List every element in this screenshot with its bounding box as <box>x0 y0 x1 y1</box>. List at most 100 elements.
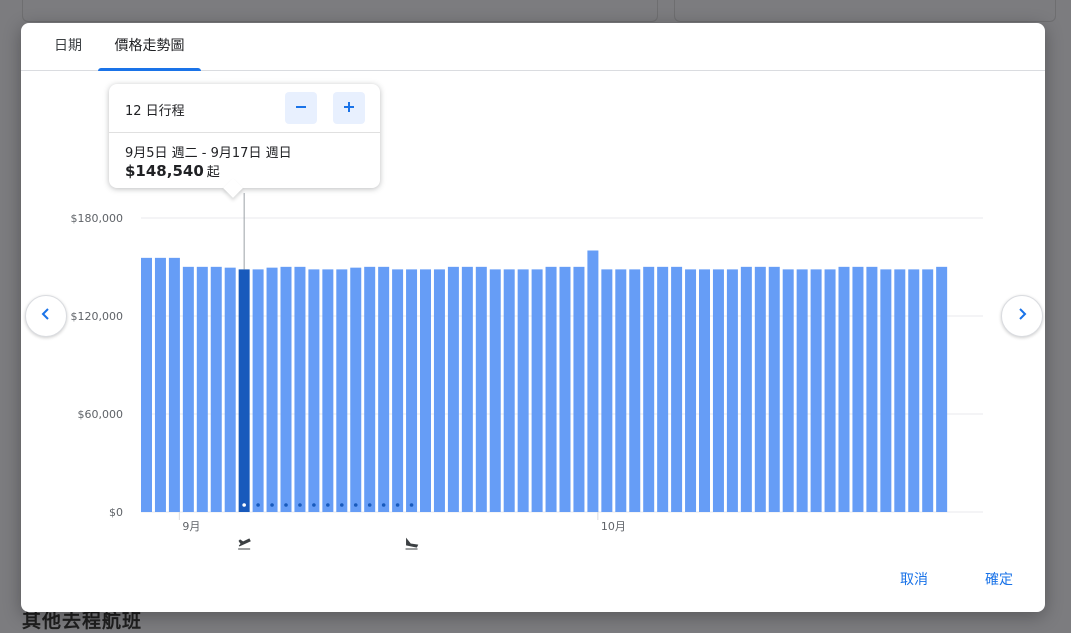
trip-day-dot <box>242 503 246 507</box>
trip-tooltip: 12 日行程 9月5日 週二 - 9月17日 週日 $148,540 起 <box>109 84 380 198</box>
price-bar[interactable] <box>308 269 320 512</box>
price-bar[interactable] <box>196 266 208 512</box>
trip-day-dot <box>312 503 316 507</box>
price-bar[interactable] <box>294 266 306 512</box>
price-value: $148,540 <box>125 162 204 180</box>
x-axis-label: 9月 <box>182 520 200 533</box>
trip-day-dot <box>284 503 288 507</box>
price-bar[interactable] <box>141 257 152 512</box>
price-bar[interactable] <box>280 266 292 512</box>
price-bar[interactable] <box>182 266 194 512</box>
price-bar[interactable] <box>922 269 934 512</box>
trip-day-dot <box>326 503 330 507</box>
plus-icon <box>342 99 356 118</box>
price-bar[interactable] <box>810 269 822 512</box>
price-bar[interactable] <box>726 269 738 512</box>
price-bar[interactable] <box>364 266 376 512</box>
price-bar[interactable] <box>754 266 766 512</box>
confirm-button[interactable]: 確定 <box>985 569 1013 589</box>
background-field <box>22 0 658 22</box>
trip-length-control: 12 日行程 <box>109 84 380 133</box>
chevron-left-icon <box>38 306 54 326</box>
cancel-button[interactable]: 取消 <box>900 569 928 589</box>
price-bar[interactable] <box>503 269 515 512</box>
price-bar[interactable] <box>908 269 920 512</box>
price-bar[interactable] <box>433 269 445 512</box>
trip-day-dot <box>381 503 386 507</box>
price-bar[interactable] <box>475 266 487 512</box>
decrease-trip-length-button[interactable] <box>285 92 317 124</box>
price-bar[interactable] <box>838 266 850 512</box>
price-bar[interactable] <box>601 269 613 512</box>
trip-day-dot <box>409 503 414 507</box>
price-bar[interactable] <box>392 269 404 512</box>
price-bar[interactable] <box>154 257 166 512</box>
price-bar[interactable] <box>252 269 264 512</box>
y-tick-label: $0 <box>109 506 123 519</box>
price-bar[interactable] <box>615 269 627 512</box>
price-bar[interactable] <box>489 269 501 512</box>
trip-day-dot <box>367 503 372 507</box>
price-bar[interactable] <box>559 266 571 512</box>
price-bar[interactable] <box>336 269 348 512</box>
trip-day-dot <box>270 503 274 507</box>
trip-dates: 9月5日 週二 - 9月17日 週日 <box>125 146 292 161</box>
next-dates-button[interactable] <box>1001 295 1043 337</box>
price-bar[interactable] <box>420 269 431 512</box>
trip-day-dot <box>395 503 400 507</box>
flight-takeoff-icon <box>238 538 251 550</box>
price-bar[interactable] <box>322 269 334 512</box>
flight-takeoff-icon-glyph <box>238 538 251 550</box>
price-bar[interactable] <box>629 269 641 512</box>
price-bar[interactable] <box>796 269 808 512</box>
price-bar[interactable] <box>461 266 473 512</box>
price-suffix: 起 <box>206 165 220 180</box>
trip-day-dot <box>256 503 260 507</box>
price-bar[interactable] <box>406 269 418 512</box>
chevron-right-icon <box>1014 306 1030 326</box>
price-bar[interactable] <box>210 266 222 512</box>
price-bar[interactable] <box>768 266 780 512</box>
price-bar[interactable] <box>643 266 655 512</box>
trip-length-label: 12 日行程 <box>125 104 185 119</box>
price-bar[interactable] <box>657 266 669 512</box>
price-bar[interactable] <box>824 269 836 512</box>
price-bar[interactable] <box>224 267 236 512</box>
price-bar[interactable] <box>685 269 697 512</box>
increase-trip-length-button[interactable] <box>333 92 365 124</box>
price-bar[interactable] <box>573 266 585 512</box>
price-bar[interactable] <box>936 266 948 512</box>
trip-day-dot <box>353 503 358 507</box>
flight-land-icon <box>405 537 419 550</box>
price-bar[interactable] <box>350 267 362 512</box>
price-bar[interactable] <box>866 266 878 512</box>
trip-day-dot <box>340 503 344 507</box>
price-bar[interactable] <box>447 266 459 512</box>
price-bar[interactable] <box>545 266 557 512</box>
price-bar[interactable] <box>531 269 543 512</box>
trip-price: $148,540 起 <box>125 161 220 180</box>
price-bar[interactable] <box>168 257 180 512</box>
y-tick-label: $120,000 <box>71 310 124 323</box>
price-bar[interactable] <box>782 269 794 512</box>
flight-land-icon-glyph <box>405 537 419 550</box>
price-bar[interactable] <box>238 269 250 512</box>
price-bar[interactable] <box>671 266 683 512</box>
minus-icon <box>294 99 308 118</box>
price-bar[interactable] <box>587 250 599 512</box>
price-graph-dialog: 日期 價格走勢圖 $0 $60,000 $120,000 $180,000 9月 10月 … <box>21 23 1045 612</box>
previous-dates-button[interactable] <box>25 295 67 337</box>
price-bar[interactable] <box>699 269 710 512</box>
trip-day-dot <box>298 503 302 507</box>
y-tick-label: $180,000 <box>71 212 124 225</box>
price-bar[interactable] <box>712 269 724 512</box>
price-bar[interactable] <box>378 266 390 512</box>
price-bar[interactable] <box>894 269 906 512</box>
price-bar[interactable] <box>880 269 892 512</box>
price-bar[interactable] <box>517 269 529 512</box>
x-axis-label: 10月 <box>601 520 626 533</box>
price-bar[interactable] <box>266 267 278 512</box>
y-tick-label: $60,000 <box>78 408 124 421</box>
price-bar[interactable] <box>740 266 752 512</box>
price-bar[interactable] <box>852 266 864 512</box>
